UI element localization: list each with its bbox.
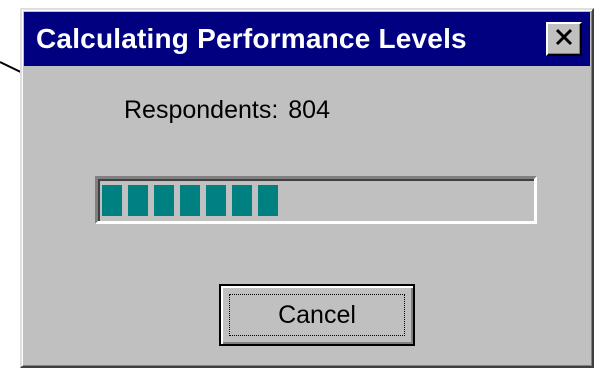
progress-block [258,185,278,216]
calculating-dialog: Calculating Performance Levels Responden… [20,8,594,368]
window-title: Calculating Performance Levels [36,23,467,54]
progress-block [180,185,200,216]
progress-block [206,185,226,216]
close-icon [554,28,574,51]
progress-block [232,185,252,216]
cancel-button-label: Cancel [278,300,356,329]
respondents-status: Respondents: 804 [124,96,330,125]
progress-bar [95,176,537,224]
respondents-label: Respondents: [124,96,279,124]
progress-block [154,185,174,216]
progress-block [102,185,122,216]
cancel-button[interactable]: Cancel [219,284,415,346]
progress-block [128,185,148,216]
progress-fill [102,185,278,216]
close-button[interactable] [546,22,582,56]
respondents-count: 804 [288,96,330,124]
progress-track [102,185,530,216]
title-bar[interactable]: Calculating Performance Levels [24,12,590,66]
